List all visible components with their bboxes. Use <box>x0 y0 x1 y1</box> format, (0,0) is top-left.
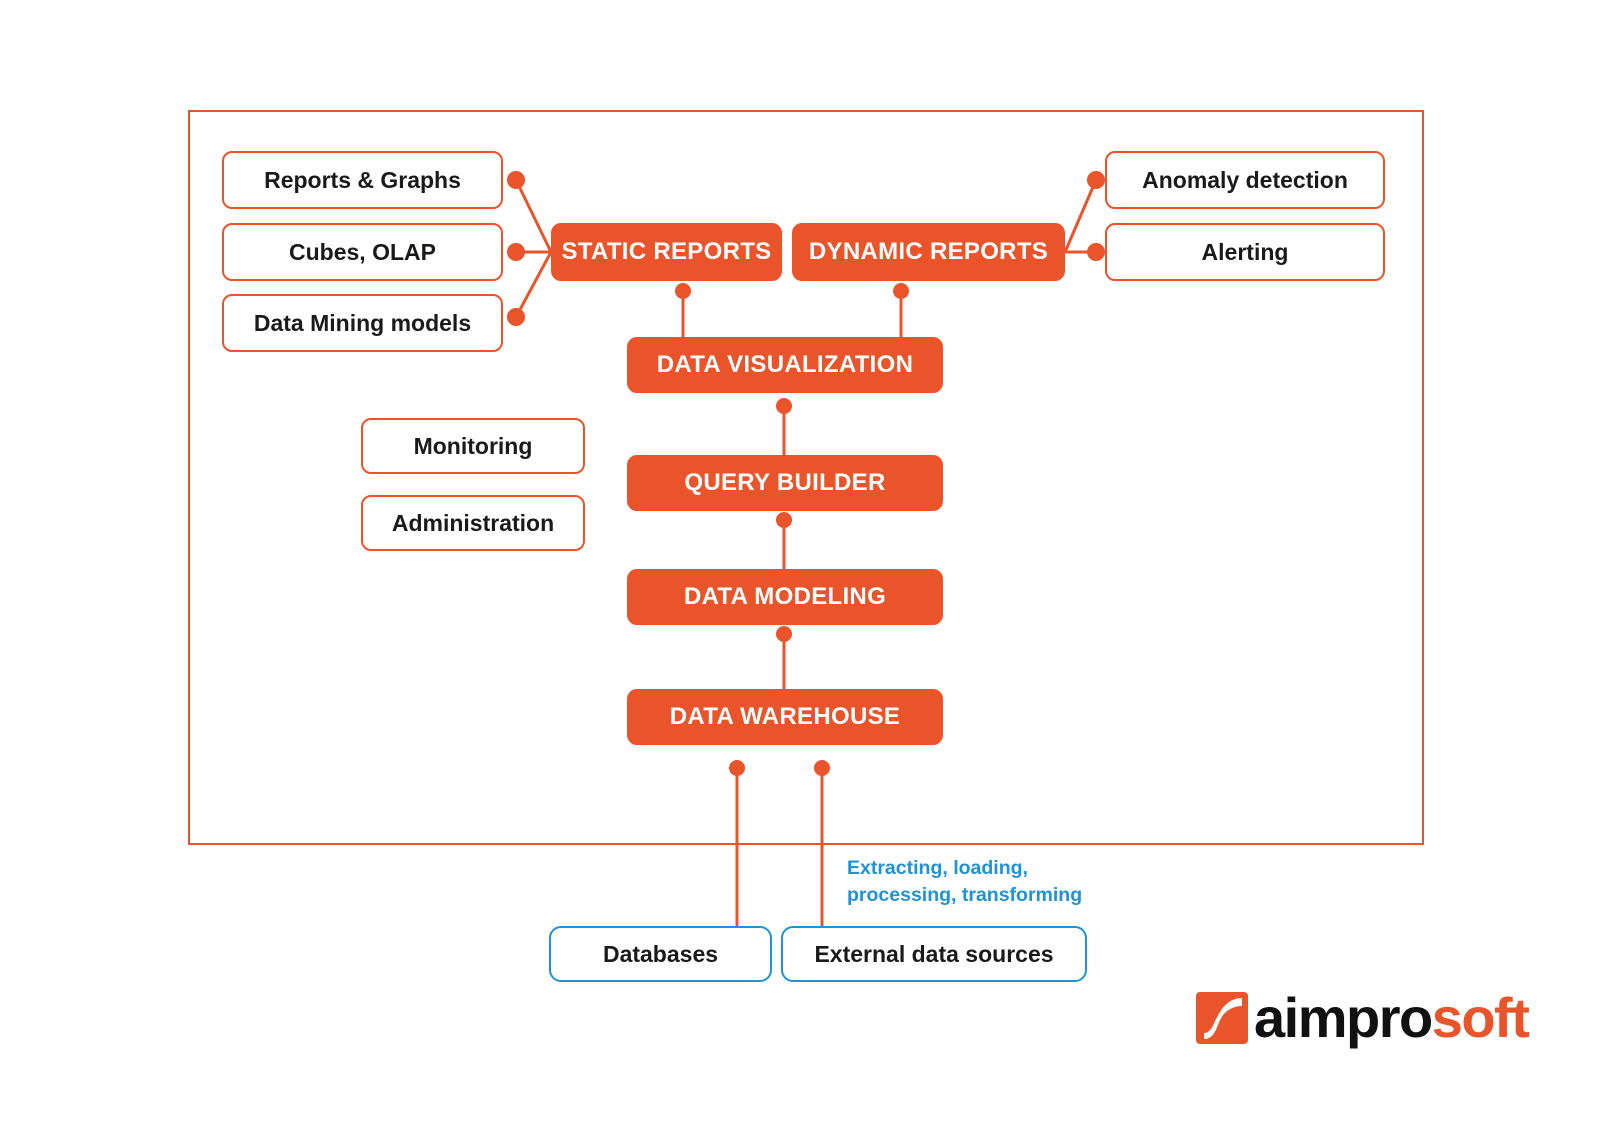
node-cubes-olap[interactable]: Cubes, OLAP <box>222 223 503 281</box>
node-label: DYNAMIC REPORTS <box>808 238 1049 265</box>
node-data-warehouse[interactable]: DATA WAREHOUSE <box>627 689 943 745</box>
node-label: External data sources <box>814 940 1054 967</box>
node-label: Reports & Graphs <box>264 166 461 193</box>
node-data-mining-models[interactable]: Data Mining models <box>222 294 503 352</box>
node-anomaly-detection[interactable]: Anomaly detection <box>1105 151 1385 209</box>
node-label: Monitoring <box>413 432 533 459</box>
node-label: STATIC REPORTS <box>561 238 772 265</box>
node-reports-and-graphs[interactable]: Reports & Graphs <box>222 151 503 209</box>
node-label: QUERY BUILDER <box>684 469 886 496</box>
node-label: DATA VISUALIZATION <box>656 351 914 378</box>
node-static-reports[interactable]: STATIC REPORTS <box>551 223 782 281</box>
node-external-data-sources[interactable]: External data sources <box>781 926 1087 982</box>
node-alerting[interactable]: Alerting <box>1105 223 1385 281</box>
etl-annotation-line-2: processing, transforming <box>847 884 1083 906</box>
node-databases[interactable]: Databases <box>549 926 772 982</box>
node-label: DATA WAREHOUSE <box>669 703 901 730</box>
node-query-builder[interactable]: QUERY BUILDER <box>627 455 943 511</box>
node-data-modeling[interactable]: DATA MODELING <box>627 569 943 625</box>
node-administration[interactable]: Administration <box>361 495 585 551</box>
node-dynamic-reports[interactable]: DYNAMIC REPORTS <box>792 223 1065 281</box>
node-label: Databases <box>602 940 719 967</box>
node-label: DATA MODELING <box>683 583 887 610</box>
diagram-canvas: ANALYTICS PLATFORM Reports & Graphs Cube… <box>0 0 1600 1131</box>
node-label: Anomaly detection <box>1142 166 1348 193</box>
s-curve-icon <box>1196 992 1248 1044</box>
node-label: Cubes, OLAP <box>289 238 436 265</box>
logo-wordmark-part1: aimpro <box>1254 986 1433 1049</box>
logo-wordmark: aimprosoft <box>1254 990 1530 1046</box>
node-label: Alerting <box>1201 238 1289 265</box>
logo-wordmark-part2: soft <box>1431 986 1530 1049</box>
node-monitoring[interactable]: Monitoring <box>361 418 585 474</box>
node-data-visualization[interactable]: DATA VISUALIZATION <box>627 337 943 393</box>
etl-annotation-line-1: Extracting, loading, <box>847 857 1028 879</box>
node-label: Administration <box>391 509 555 536</box>
aimprosoft-logo: aimprosoft <box>1196 990 1530 1046</box>
etl-annotation: Extracting, loading, processing, transfo… <box>847 855 1117 909</box>
node-label: Data Mining models <box>253 309 472 336</box>
